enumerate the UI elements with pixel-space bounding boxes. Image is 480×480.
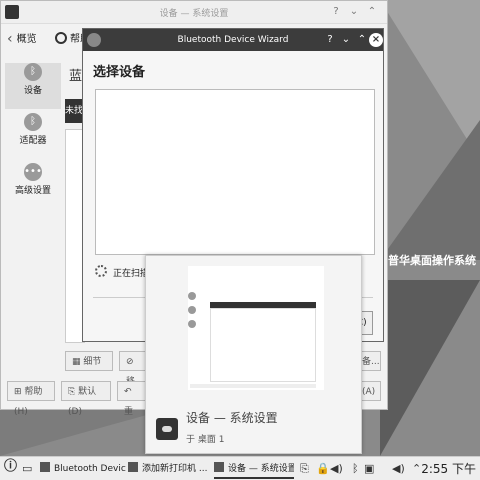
task-label: 设备 — 系统设置: [228, 464, 294, 474]
task-preview-popup[interactable]: 设备 — 系统设置 于 桌面 1: [145, 255, 362, 454]
maximize-icon[interactable]: ⌃: [355, 33, 369, 47]
minimize-icon[interactable]: ⌄: [347, 5, 361, 19]
printer-icon: [128, 462, 138, 472]
task-label: 添加新打印机 ...: [142, 464, 208, 474]
settings-titlebar[interactable]: 设备 — 系统设置 ? ⌄ ⌃: [1, 1, 387, 24]
defaults-icon: ⎘: [68, 387, 79, 397]
start-menu-icon[interactable]: ⓘ: [4, 459, 17, 475]
clock[interactable]: 2:55 下午: [421, 459, 476, 479]
settings-icon: [214, 462, 224, 472]
sidebar-item-label: 适配器: [19, 136, 47, 146]
window-thumbnail[interactable]: [188, 266, 324, 390]
speaker-icon[interactable]: ◀): [392, 461, 405, 477]
desktop-brand-text: 普华桌面操作系统: [388, 254, 476, 267]
loading-spinner-icon: [95, 265, 107, 277]
sidebar: ᛒ 设备 ᛒ 适配器 ••• 高级设置: [5, 59, 61, 209]
details-button[interactable]: ▦ 细节: [65, 351, 113, 371]
sidebar-item-label: 高级设置: [14, 186, 51, 196]
details-icon: ▦: [72, 357, 84, 367]
help-lifebuoy-icon: [55, 32, 67, 44]
preview-title: 设备 — 系统设置: [186, 411, 278, 425]
bluetooth-tray-icon[interactable]: ᛒ: [352, 461, 359, 477]
monitor-icon[interactable]: ▣: [364, 461, 374, 477]
settings-app-icon: [156, 418, 178, 440]
help-icon[interactable]: ?: [323, 33, 337, 47]
reset-button[interactable]: ↶ 重: [117, 381, 147, 417]
scanning-status: 正在扫描: [113, 269, 150, 279]
more-icon: •••: [24, 163, 42, 181]
back-button[interactable]: ‹ 概览: [7, 30, 37, 47]
help-icon[interactable]: ?: [329, 5, 343, 19]
chevron-left-icon: ‹: [7, 31, 13, 47]
sidebar-item-adapters[interactable]: ᛒ 适配器: [5, 113, 61, 159]
sidebar-item-label: 设备: [23, 86, 42, 96]
task-add-printer[interactable]: 添加新打印机 ...: [128, 459, 210, 479]
minimize-icon[interactable]: ⌄: [339, 33, 353, 47]
sidebar-item-devices[interactable]: ᛒ 设备: [5, 63, 61, 109]
add-device-button[interactable]: 备...: [359, 351, 381, 371]
remove-icon: ⊘: [126, 357, 134, 367]
maximize-icon[interactable]: ⌃: [365, 5, 379, 19]
clipboard-icon[interactable]: ⎘: [300, 461, 309, 477]
back-label: 概览: [16, 34, 37, 45]
apply-button[interactable]: (A): [359, 381, 381, 401]
taskbar: ⓘ ▭ Bluetooth Devic 添加新打印机 ... 设备 — 系统设置…: [0, 456, 480, 480]
bluetooth-icon: ᛒ: [24, 63, 42, 81]
chevron-up-icon[interactable]: ⌃: [412, 461, 421, 477]
help-button[interactable]: ⊞ 帮助(H): [7, 381, 55, 417]
reset-button-label: 重: [124, 407, 134, 417]
defaults-button[interactable]: ⎘ 默认(D): [61, 381, 111, 417]
close-icon[interactable]: ×: [369, 33, 383, 47]
task-bluetooth-wizard[interactable]: Bluetooth Devic: [40, 459, 132, 479]
reset-icon: ↶: [124, 387, 132, 397]
bluetooth-icon: [40, 462, 50, 472]
device-select-list[interactable]: [95, 89, 375, 255]
wizard-titlebar[interactable]: Bluetooth Device Wizard ? ⌄ ⌃ ×: [83, 29, 383, 51]
preview-subtitle: 于 桌面 1: [186, 435, 225, 445]
show-desktop-icon[interactable]: ▭: [22, 461, 32, 477]
wizard-heading: 选择设备: [93, 65, 146, 80]
sidebar-item-advanced[interactable]: ••• 高级设置: [5, 163, 61, 209]
wizard-title: Bluetooth Device Wizard: [177, 35, 289, 45]
bluetooth-icon: ᛒ: [24, 113, 42, 131]
help-icon: ⊞: [14, 387, 25, 397]
lock-icon[interactable]: 🔒: [316, 461, 330, 477]
details-label: 细节: [83, 357, 102, 367]
volume-icon[interactable]: ◀): [330, 461, 343, 477]
task-label: Bluetooth Devic: [54, 464, 126, 474]
task-settings[interactable]: 设备 — 系统设置: [214, 459, 294, 479]
